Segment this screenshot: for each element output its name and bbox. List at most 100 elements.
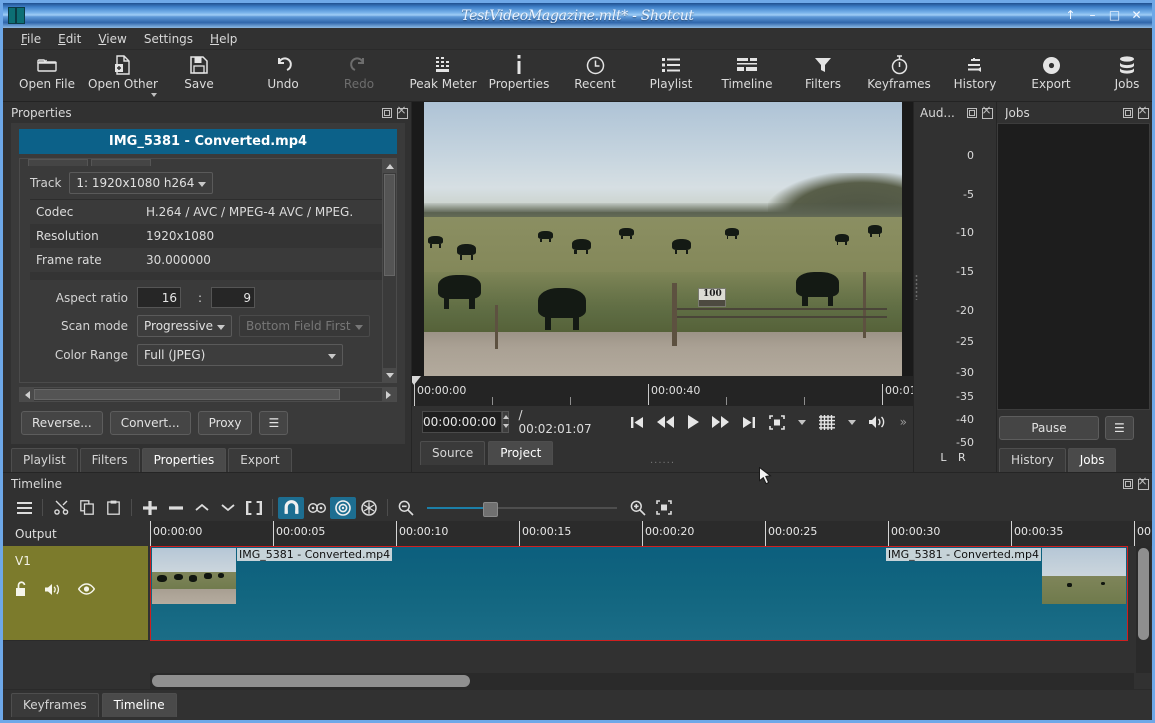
position-stepper[interactable] <box>502 411 510 433</box>
jobs-pause-button[interactable]: Pause <box>999 416 1099 440</box>
toolbar-properties[interactable]: Properties <box>481 50 557 101</box>
scroll-down-arrow-icon[interactable] <box>383 367 396 382</box>
zoom-fit-icon[interactable] <box>768 414 785 430</box>
timeline-close-icon[interactable] <box>1136 474 1149 490</box>
ripple-icon[interactable] <box>330 496 356 519</box>
reverse-button[interactable]: Reverse... <box>21 411 103 435</box>
menu-help[interactable]: Help <box>202 30 245 48</box>
toolbar-jobs[interactable]: Jobs <box>1089 50 1155 101</box>
tab-properties[interactable]: Properties <box>141 448 227 472</box>
grid-menu-caret-icon[interactable] <box>847 419 856 425</box>
transport-overflow-icon[interactable]: » <box>900 415 907 429</box>
jobs-menu-button[interactable]: ☰ <box>1105 416 1134 440</box>
aspect-width-input[interactable]: 16 <box>137 287 181 308</box>
tab-keyframes[interactable]: Keyframes <box>11 693 99 717</box>
convert-button[interactable]: Convert... <box>109 411 191 435</box>
properties-scroll-track[interactable] <box>383 174 396 367</box>
ripple-all-tracks-icon[interactable] <box>356 497 382 519</box>
panel-grip-icon[interactable] <box>915 274 918 300</box>
timeline-vertical-scrollbar[interactable] <box>1136 546 1151 673</box>
toolbar-save[interactable]: Save <box>161 50 237 101</box>
menu-view[interactable]: View <box>90 30 134 48</box>
jobs-float-icon[interactable] <box>1121 106 1134 119</box>
play-icon[interactable] <box>687 415 699 429</box>
copy-icon[interactable] <box>74 497 100 519</box>
scrub-while-dragging-icon[interactable] <box>304 497 330 519</box>
toolbar-peak-meter[interactable]: Peak Meter <box>405 50 481 101</box>
video-preview[interactable]: 100 <box>423 102 902 376</box>
minimize-button[interactable]: – <box>1086 9 1099 22</box>
toolbar-playlist[interactable]: Playlist <box>633 50 709 101</box>
tab-source[interactable]: Source <box>420 441 486 465</box>
timeline-clip-img5381[interactable]: IMG_5381 - Converted.mp4 IMG_5381 - Conv… <box>150 546 1128 641</box>
properties-close-icon[interactable] <box>395 103 408 119</box>
timeline-hscroll-thumb[interactable] <box>152 675 470 687</box>
toolbar-recent[interactable]: Recent <box>557 50 633 101</box>
snap-magnet-icon[interactable] <box>278 496 304 519</box>
fast-forward-icon[interactable] <box>711 416 729 428</box>
speaker-icon[interactable] <box>45 583 62 596</box>
properties-vertical-scrollbar[interactable] <box>382 158 397 383</box>
aspect-height-input[interactable]: 9 <box>211 287 256 308</box>
menu-file[interactable]: File <box>13 30 49 48</box>
toolbar-export[interactable]: Export <box>1013 50 1089 101</box>
jobs-close-icon[interactable] <box>1136 103 1149 119</box>
lift-icon[interactable] <box>189 497 215 519</box>
grid-icon[interactable] <box>818 414 835 430</box>
tab-playlist[interactable]: Playlist <box>11 448 78 472</box>
overwrite-icon[interactable] <box>215 497 241 519</box>
toolbar-open-other[interactable]: Open Other <box>85 50 161 101</box>
timeline-track-head-v1[interactable]: V1 <box>3 546 148 641</box>
split-icon[interactable] <box>241 497 267 519</box>
tab-jobs[interactable]: Jobs <box>1067 448 1117 472</box>
zoom-in-icon[interactable] <box>625 497 651 519</box>
scroll-left-arrow-icon[interactable] <box>20 388 34 401</box>
close-button[interactable]: ✕ <box>1130 9 1143 22</box>
volume-icon[interactable] <box>868 415 887 429</box>
eye-icon[interactable] <box>78 583 95 595</box>
jobs-list[interactable] <box>997 123 1150 410</box>
timeline-float-icon[interactable] <box>1121 477 1134 490</box>
scroll-right-arrow-icon[interactable] <box>382 388 396 401</box>
unlock-icon[interactable] <box>15 581 29 597</box>
tab-timeline[interactable]: Timeline <box>101 693 177 717</box>
zoom-out-icon[interactable] <box>393 497 419 519</box>
tab-filters[interactable]: Filters <box>79 448 140 472</box>
toolbar-keyframes[interactable]: Keyframes <box>861 50 937 101</box>
tab-history[interactable]: History <box>999 448 1066 472</box>
properties-hscroll-thumb[interactable] <box>34 389 340 400</box>
toolbar-timeline[interactable]: Timeline <box>709 50 785 101</box>
timeline-zoom-slider[interactable] <box>427 500 617 517</box>
scan-mode-select[interactable]: Progressive <box>137 315 233 337</box>
paste-icon[interactable] <box>100 497 126 519</box>
color-range-select[interactable]: Full (JPEG) <box>137 344 343 366</box>
scroll-up-arrow-icon[interactable] <box>383 159 396 174</box>
position-timecode-input[interactable]: 00:00:00:00 <box>422 411 503 433</box>
toolbar-undo[interactable]: Undo <box>245 50 321 101</box>
skip-next-icon[interactable] <box>742 416 756 429</box>
zoom-slider-knob[interactable] <box>483 501 498 517</box>
timeline-ruler[interactable]: 00:00:00 00:00:05 00:00:10 00:00:15 00:0… <box>150 521 1152 546</box>
track-select[interactable]: 1: 1920x1080 h264 <box>69 172 214 194</box>
maximize-button[interactable]: □ <box>1108 9 1121 22</box>
properties-horizontal-scrollbar[interactable] <box>19 387 397 402</box>
timeline-output-label[interactable]: Output <box>3 521 150 546</box>
properties-hscroll-track[interactable] <box>34 388 382 401</box>
menu-settings[interactable]: Settings <box>136 30 201 48</box>
toolbar-history[interactable]: History <box>937 50 1013 101</box>
zoom-fit-timeline-icon[interactable] <box>651 497 677 519</box>
toolbar-filters[interactable]: Filters <box>785 50 861 101</box>
skip-previous-icon[interactable] <box>630 416 644 429</box>
splitter-handle[interactable]: ...... <box>650 455 675 466</box>
cut-icon[interactable] <box>48 497 74 519</box>
append-icon[interactable] <box>137 497 163 519</box>
rewind-icon[interactable] <box>656 416 674 428</box>
timeline-horizontal-scrollbar[interactable] <box>150 673 1134 689</box>
tab-project[interactable]: Project <box>488 441 554 465</box>
toolbar-open-file[interactable]: Open File <box>9 50 85 101</box>
ripple-delete-icon[interactable] <box>163 497 189 519</box>
rollup-button[interactable]: ↑ <box>1064 9 1077 22</box>
properties-float-icon[interactable] <box>380 106 393 119</box>
timeline-menu-icon[interactable] <box>11 497 37 519</box>
timeline-vscroll-thumb[interactable] <box>1138 548 1149 640</box>
